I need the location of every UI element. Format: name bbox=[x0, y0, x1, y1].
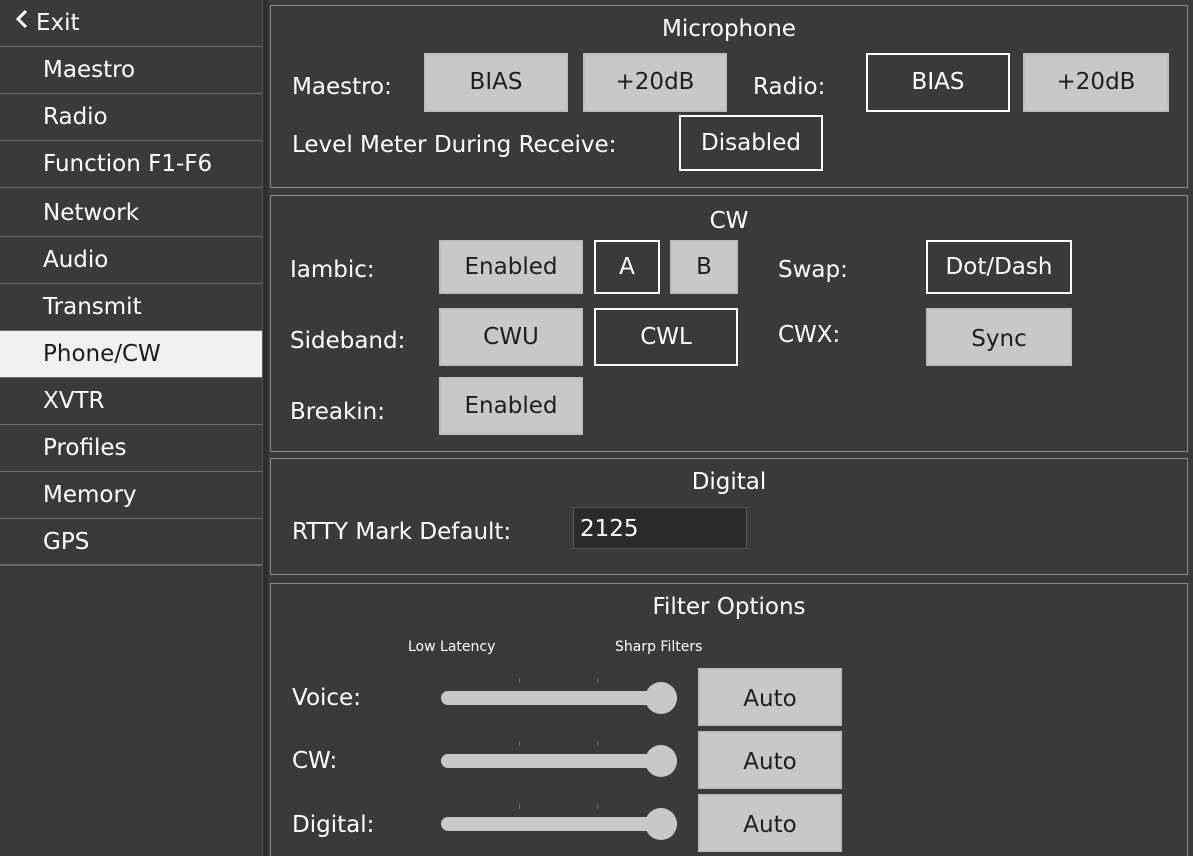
level-meter-button[interactable]: Disabled bbox=[679, 115, 823, 171]
digital-filter-auto-button[interactable]: Auto bbox=[698, 794, 842, 852]
sidebar-divider bbox=[262, 0, 268, 856]
sharp-filters-label: Sharp Filters bbox=[615, 639, 703, 655]
sideband-cwl-button[interactable]: CWL bbox=[594, 308, 738, 366]
rtty-mark-input[interactable]: 2125 bbox=[573, 507, 747, 549]
filter-options-title: Filter Options bbox=[652, 594, 806, 620]
radio-mic-label: Radio: bbox=[753, 74, 826, 100]
slider-track bbox=[441, 691, 677, 705]
sidebar-item-profiles[interactable]: Profiles bbox=[0, 425, 262, 472]
slider-thumb[interactable] bbox=[645, 682, 677, 714]
sidebar-item-xvtr[interactable]: XVTR bbox=[0, 378, 262, 425]
iambic-mode-b-button[interactable]: B bbox=[670, 240, 738, 294]
rtty-mark-label: RTTY Mark Default: bbox=[292, 519, 512, 545]
chevron-left-icon bbox=[14, 0, 36, 47]
exit-button[interactable]: Exit bbox=[0, 0, 262, 47]
maestro-boost-button[interactable]: +20dB bbox=[583, 53, 727, 112]
voice-filter-auto-button[interactable]: Auto bbox=[698, 668, 842, 726]
maestro-bias-button[interactable]: BIAS bbox=[424, 53, 568, 112]
sidebar-item-label: Audio bbox=[43, 247, 109, 273]
sidebar-item-gps[interactable]: GPS bbox=[0, 519, 262, 566]
digital-title: Digital bbox=[691, 469, 767, 495]
iambic-label: Iambic: bbox=[290, 257, 375, 283]
level-meter-label: Level Meter During Receive: bbox=[292, 132, 617, 158]
sidebar-item-memory[interactable]: Memory bbox=[0, 472, 262, 519]
sideband-label: Sideband: bbox=[290, 328, 406, 354]
sidebar-item-transmit[interactable]: Transmit bbox=[0, 284, 262, 331]
cwx-label: CWX: bbox=[778, 322, 841, 348]
slider-thumb[interactable] bbox=[645, 745, 677, 777]
sidebar-item-network[interactable]: Network bbox=[0, 190, 262, 237]
sidebar-item-label: GPS bbox=[43, 529, 90, 555]
radio-bias-button[interactable]: BIAS bbox=[866, 53, 1010, 112]
slider-tick bbox=[597, 804, 598, 809]
microphone-panel: Microphone Maestro: BIAS +20dB Radio: BI… bbox=[270, 5, 1188, 188]
voice-filter-label: Voice: bbox=[292, 685, 361, 711]
cw-filter-label: CW: bbox=[292, 748, 338, 774]
sidebar-item-label: Memory bbox=[43, 482, 137, 508]
slider-tick bbox=[519, 804, 520, 809]
sidebar-item-label: Profiles bbox=[43, 435, 127, 461]
cwx-sync-button[interactable]: Sync bbox=[926, 308, 1072, 366]
maestro-mic-label: Maestro: bbox=[292, 74, 392, 100]
sidebar-item-label: Maestro bbox=[43, 57, 136, 83]
sidebar-item-label: Transmit bbox=[43, 294, 142, 320]
slider-tick bbox=[597, 741, 598, 746]
sidebar-item-phone-cw[interactable]: Phone/CW bbox=[0, 331, 262, 378]
cw-panel: CW Iambic: Enabled A B Swap: Dot/Dash Si… bbox=[270, 195, 1188, 452]
swap-button[interactable]: Dot/Dash bbox=[926, 240, 1072, 294]
low-latency-label: Low Latency bbox=[408, 639, 496, 655]
radio-boost-button[interactable]: +20dB bbox=[1023, 53, 1169, 112]
digital-panel: Digital RTTY Mark Default: 2125 bbox=[270, 458, 1188, 575]
sidebar-item-radio[interactable]: Radio bbox=[0, 94, 262, 141]
breakin-button[interactable]: Enabled bbox=[439, 377, 583, 435]
sidebar-item-audio[interactable]: Audio bbox=[0, 237, 262, 284]
sidebar-item-function[interactable]: Function F1-F6 bbox=[0, 141, 262, 188]
slider-tick bbox=[519, 741, 520, 746]
sidebar-item-label: XVTR bbox=[43, 388, 105, 414]
sidebar-item-label: Function F1-F6 bbox=[43, 151, 213, 177]
voice-filter-slider[interactable] bbox=[441, 678, 677, 718]
iambic-button[interactable]: Enabled bbox=[439, 240, 583, 294]
swap-label: Swap: bbox=[778, 257, 848, 283]
cw-filter-slider[interactable] bbox=[441, 741, 677, 781]
sidebar-item-maestro[interactable]: Maestro bbox=[0, 47, 262, 94]
exit-label: Exit bbox=[36, 10, 80, 36]
sidebar-list: Exit Maestro Radio Function F1-F6 Networ… bbox=[0, 0, 262, 566]
slider-track bbox=[441, 754, 677, 768]
breakin-label: Breakin: bbox=[290, 399, 386, 425]
iambic-mode-a-button[interactable]: A bbox=[594, 240, 660, 294]
digital-filter-label: Digital: bbox=[292, 812, 375, 838]
slider-tick bbox=[597, 678, 598, 683]
slider-track bbox=[441, 817, 677, 831]
cw-filter-auto-button[interactable]: Auto bbox=[698, 731, 842, 789]
digital-filter-slider[interactable] bbox=[441, 804, 677, 844]
slider-thumb[interactable] bbox=[645, 808, 677, 840]
microphone-title: Microphone bbox=[662, 16, 796, 42]
slider-tick bbox=[519, 678, 520, 683]
sideband-cwu-button[interactable]: CWU bbox=[439, 308, 583, 366]
sidebar-item-label: Radio bbox=[43, 104, 108, 130]
sidebar: Exit Maestro Radio Function F1-F6 Networ… bbox=[0, 0, 262, 856]
sidebar-item-label: Phone/CW bbox=[43, 341, 161, 367]
filter-options-panel: Filter Options Low Latency Sharp Filters… bbox=[270, 583, 1188, 856]
sidebar-item-label: Network bbox=[43, 200, 140, 226]
cw-title: CW bbox=[709, 208, 749, 234]
